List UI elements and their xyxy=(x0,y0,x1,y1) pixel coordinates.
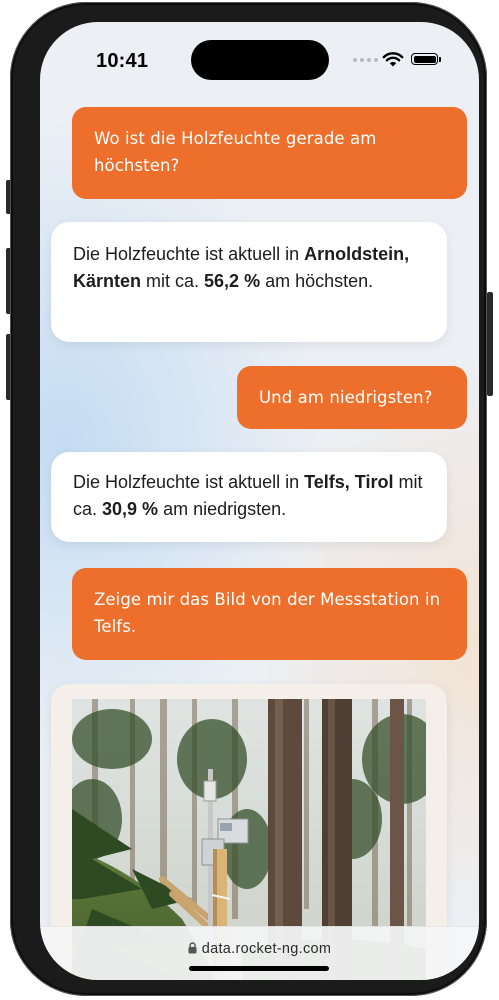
assistant-message: Die Holzfeuchte ist aktuell in Telfs, Ti… xyxy=(51,452,447,542)
battery-level xyxy=(413,55,436,63)
phone-frame: Wo ist die Holzfeuchte gerade am höchste… xyxy=(10,2,487,996)
user-message: Wo ist die Holzfeuchte gerade am höchste… xyxy=(72,107,467,199)
wifi-icon xyxy=(382,51,404,67)
phone-screen: Wo ist die Holzfeuchte gerade am höchste… xyxy=(40,22,479,980)
assistant-text: am niedrigsten. xyxy=(158,499,287,519)
status-bar: 10:41 xyxy=(40,22,479,100)
battery-icon xyxy=(411,53,441,65)
url-row[interactable]: data.rocket-ng.com xyxy=(40,941,479,958)
moisture-value: 30,9 % xyxy=(102,499,159,519)
moisture-value: 56,2 % xyxy=(204,271,261,291)
url-text[interactable]: data.rocket-ng.com xyxy=(202,941,332,957)
user-message: Zeige mir das Bild von der Messstation i… xyxy=(72,568,467,660)
lock-icon xyxy=(188,942,197,958)
assistant-text: Die Holzfeuchte ist aktuell in xyxy=(73,244,305,264)
power-button xyxy=(487,292,493,396)
user-message: Und am niedrigsten? xyxy=(237,366,467,429)
assistant-message: Die Holzfeuchte ist aktuell in Arnoldste… xyxy=(51,222,447,342)
chat-thread[interactable]: Wo ist die Holzfeuchte gerade am höchste… xyxy=(40,22,479,980)
assistant-text: Die Holzfeuchte ist aktuell in xyxy=(73,472,305,492)
browser-url-bar[interactable]: data.rocket-ng.com xyxy=(40,926,479,980)
home-indicator[interactable] xyxy=(189,966,329,971)
signal-dots-icon xyxy=(353,56,379,64)
location-name: Telfs, Tirol xyxy=(304,472,394,492)
assistant-text: am höchsten. xyxy=(260,271,374,291)
dynamic-island xyxy=(191,40,329,80)
assistant-text: mit ca. xyxy=(141,271,205,291)
status-time: 10:41 xyxy=(96,50,149,72)
